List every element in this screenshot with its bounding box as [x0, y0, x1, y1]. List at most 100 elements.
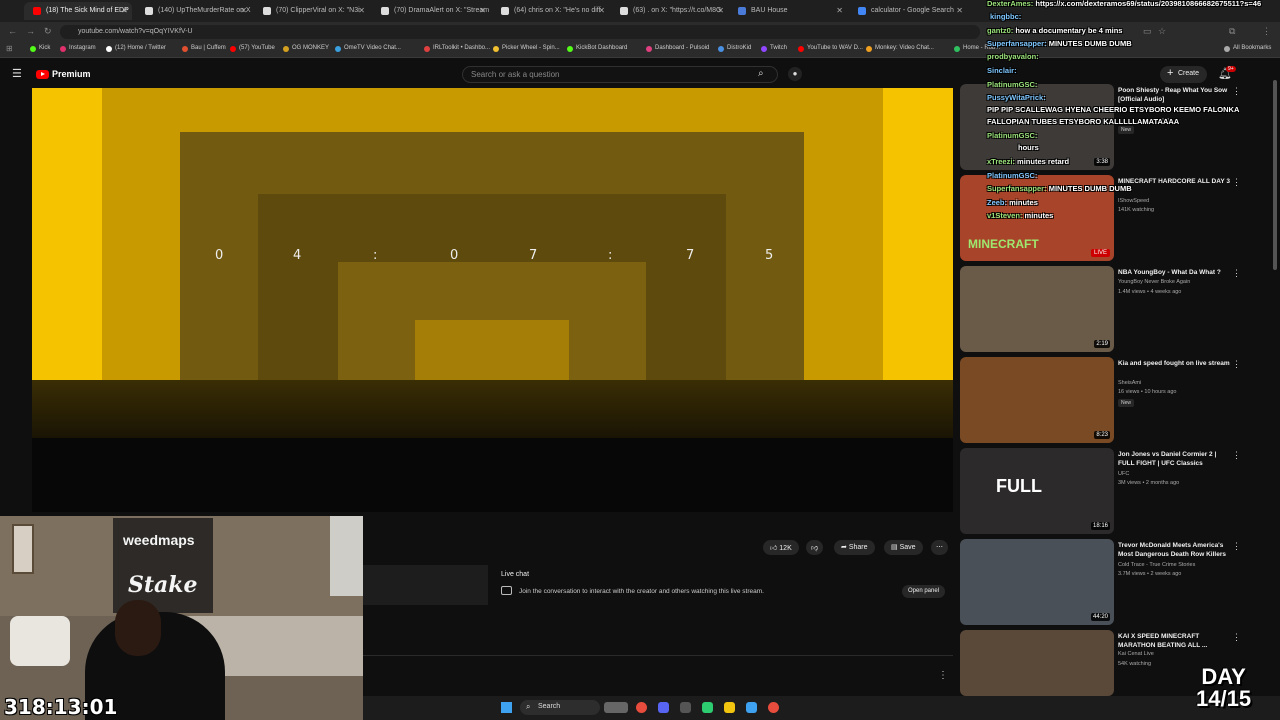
browser-tab[interactable]: (63) . on X: "https://t.co/M8G ✕ [611, 2, 728, 20]
chrome-icon[interactable] [768, 702, 779, 713]
more-options-icon[interactable]: ⋮ [1232, 86, 1241, 97]
folder-icon[interactable] [724, 702, 735, 713]
back-icon[interactable]: ← [8, 26, 17, 36]
more-options-icon[interactable]: ⋮ [1232, 632, 1241, 643]
channel-name[interactable]: SheisAmi [1118, 380, 1141, 386]
reload-icon[interactable]: ↻ [44, 26, 52, 37]
bookmark-item[interactable]: Picker Wheel - Spin... [493, 45, 560, 52]
browser-tab[interactable]: (140) UpTheMurderRate on X ✕ [136, 2, 251, 20]
apps-icon[interactable]: ⊞ [6, 44, 13, 53]
sidebar-scrollbar[interactable] [1273, 80, 1277, 270]
video-thumbnail[interactable]: 8:23 [960, 357, 1114, 443]
address-bar[interactable]: youtube.com/watch?v=qOqYIVKfV-U [60, 25, 980, 39]
close-tab-icon[interactable]: ✕ [358, 6, 365, 15]
more-options-icon[interactable]: ⋮ [1232, 177, 1241, 188]
bookmark-item[interactable]: Twitch [761, 45, 787, 52]
overlay-chat-message: PlatinumGSC: [987, 80, 1037, 89]
like-button[interactable]: 👍︎ 12K [763, 540, 799, 555]
browser-tab[interactable]: (70) ClipperViral on X: "N3i ✕ [254, 2, 369, 20]
video-player[interactable] [32, 88, 953, 380]
tab-label: (70) ClipperViral on X: "N3i [276, 7, 360, 14]
video-thumbnail[interactable]: 2:19 [960, 266, 1114, 352]
video-thumbnail[interactable]: 44:20 [960, 539, 1114, 625]
youtube-premium-logo[interactable]: Premium [52, 69, 91, 79]
youtube-logo-icon[interactable] [36, 70, 49, 79]
chrome-icon[interactable] [636, 702, 647, 713]
video-title[interactable]: Poon Shiesty - Reap What You Sow [Offici… [1118, 86, 1233, 104]
video-meta: 54K watching [1118, 661, 1152, 667]
bookmark-label: Dashboard - Pulsoid [655, 45, 710, 51]
bookmark-star-icon[interactable]: ☆ [1158, 26, 1166, 37]
bookmark-item[interactable]: Dashboard - Pulsoid [646, 45, 710, 52]
bookmark-item[interactable]: DistroKid [718, 45, 751, 52]
bookmark-item[interactable]: OmeTV Video Chat... [335, 45, 401, 52]
bookmark-item[interactable]: Instagram [60, 45, 96, 52]
bookmark-label: Instagram [69, 45, 96, 51]
save-button[interactable]: ▤ Save [884, 540, 923, 555]
bookmark-item[interactable]: All Bookmarks [1224, 45, 1271, 52]
bookmark-item[interactable]: IRLToolkit • Dashbo... [424, 45, 490, 52]
video-title[interactable]: Trevor McDonald Meets America's Most Dan… [1118, 541, 1233, 559]
more-actions-button[interactable]: ⋯ [931, 540, 948, 555]
extensions-icon[interactable]: ⧉ [1229, 26, 1235, 37]
bookmark-item[interactable]: (57) YouTube [230, 45, 275, 52]
bookmark-item[interactable]: Monkey: Video Chat... [866, 45, 934, 52]
browser-tab[interactable]: (64) chris on X: "He's no diff ✕ [492, 2, 609, 20]
channel-name[interactable]: Cold Trace - True Crime Stories [1118, 562, 1195, 568]
browser-tab[interactable]: (70) DramaAlert on X: "Stream ✕ [372, 2, 490, 20]
video-title[interactable]: Jon Jones vs Daniel Cormier 2 | FULL FIG… [1118, 450, 1233, 468]
browser-tab[interactable]: BAU House ✕ [729, 2, 847, 20]
overlay-chat-user: prodbyavalon: [987, 52, 1039, 61]
more-options-icon[interactable]: ⋮ [1232, 450, 1241, 461]
video-title[interactable]: Kia and speed fought on live stream [1118, 359, 1233, 368]
close-tab-icon[interactable]: ✕ [956, 6, 963, 15]
video-thumbnail[interactable]: FULL 18:16 [960, 448, 1114, 534]
cast-icon[interactable]: ▭ [1143, 26, 1152, 37]
search-icon[interactable]: ⌕ [758, 68, 764, 79]
bookmark-item[interactable]: KickBot Dashboard [567, 45, 627, 52]
bookmark-item[interactable]: Bau | Cuffem [182, 45, 226, 52]
taskbar-app-icon[interactable] [604, 702, 628, 713]
close-tab-icon[interactable]: ✕ [717, 6, 724, 15]
more-options-icon[interactable]: ⋮ [1232, 268, 1241, 279]
browser-tab[interactable]: (18) The Sick Mind of EDP ✕ [24, 2, 132, 20]
windows-start-icon[interactable] [501, 702, 512, 713]
bookmark-item[interactable]: (12) Home / Twitter [106, 45, 166, 52]
discord-icon[interactable] [658, 702, 669, 713]
search-input[interactable]: Search or ask a question [462, 66, 778, 83]
video-thumbnail[interactable] [960, 630, 1114, 696]
close-tab-icon[interactable]: ✕ [240, 6, 247, 15]
overlay-chat-text: FALLOPIAN TUBES ETSYBORO KALLLLLAMATAAAA [987, 117, 1180, 126]
bookmark-item[interactable]: Kick [30, 45, 50, 52]
video-title[interactable]: KAI X SPEED MINECRAFT MARATHON BEATING A… [1118, 632, 1233, 650]
bookmark-item[interactable]: YouTube to WAV D... [798, 45, 863, 52]
more-options-icon[interactable]: ⋮ [1232, 359, 1241, 370]
bookmark-item[interactable]: OG MONKEY [283, 45, 329, 52]
video-title[interactable]: NBA YoungBoy - What Da What ? [1118, 268, 1233, 277]
close-tab-icon[interactable]: ✕ [598, 6, 605, 15]
channel-name[interactable]: IShowSpeed [1118, 198, 1149, 204]
more-options-icon[interactable]: ⋮ [938, 670, 948, 681]
share-button[interactable]: ➦ Share [834, 540, 875, 555]
channel-name[interactable]: UFC [1118, 471, 1129, 477]
menu-icon[interactable]: ⋮ [1262, 26, 1271, 37]
close-tab-icon[interactable]: ✕ [479, 6, 486, 15]
hamburger-menu-icon[interactable]: ☰ [12, 67, 22, 80]
taskbar-app-icon[interactable] [702, 702, 713, 713]
close-tab-icon[interactable]: ✕ [121, 6, 128, 15]
taskbar-search[interactable]: ⌕ Search [520, 700, 600, 715]
taskbar-app-icon[interactable] [680, 702, 691, 713]
dislike-button[interactable]: 👎︎ [806, 540, 824, 555]
video-title[interactable]: MINECRAFT HARDCORE ALL DAY 3 [1118, 177, 1233, 186]
channel-name[interactable]: YoungBoy Never Broke Again [1118, 279, 1190, 285]
channel-name[interactable]: Kai Cenat Live [1118, 651, 1154, 657]
microphone-icon[interactable]: ● [788, 67, 802, 81]
forward-icon[interactable]: → [26, 26, 35, 36]
stream-timer: 318:13:01 [4, 695, 118, 719]
more-options-icon[interactable]: ⋮ [1232, 541, 1241, 552]
open-panel-button[interactable]: Open panel [902, 585, 946, 598]
browser-tab[interactable]: calculator - Google Search ✕ [849, 2, 967, 20]
close-tab-icon[interactable]: ✕ [836, 6, 843, 15]
taskbar-app-icon[interactable] [746, 702, 757, 713]
create-button[interactable]: Create [1160, 66, 1208, 83]
